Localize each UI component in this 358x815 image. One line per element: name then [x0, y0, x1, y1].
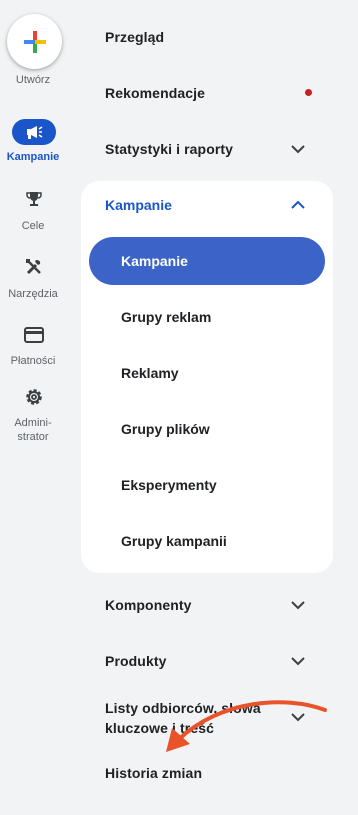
nav-stats[interactable]: Statystyki i raporty	[105, 141, 233, 157]
rail-item-campaigns[interactable]	[12, 119, 56, 145]
rail-label-tools[interactable]: Narzędzia	[0, 287, 66, 301]
credit-card-icon	[24, 327, 44, 343]
gear-icon	[26, 389, 42, 405]
rail-item-tools[interactable]	[12, 254, 56, 280]
rail-item-billing[interactable]	[12, 322, 56, 348]
chevron-down-icon[interactable]	[290, 656, 306, 666]
nav-products[interactable]: Produkty	[105, 653, 166, 669]
sub-item-campaigns[interactable]: Kampanie	[121, 253, 188, 269]
sub-item-experiments[interactable]: Eksperymenty	[121, 477, 217, 493]
annotation-arrow	[166, 700, 327, 752]
rail-label-admin-2[interactable]: strator	[0, 430, 66, 444]
rail-label-admin-1[interactable]: Admini-	[0, 416, 66, 430]
chevron-up-icon[interactable]	[290, 200, 306, 210]
sub-item-ads[interactable]: Reklamy	[121, 365, 179, 381]
nav-overview[interactable]: Przegląd	[105, 29, 164, 45]
sub-item-asset-groups[interactable]: Grupy plików	[121, 421, 210, 437]
chevron-down-icon[interactable]	[290, 144, 306, 154]
notification-dot	[305, 89, 312, 96]
rail-label-campaigns[interactable]: Kampanie	[0, 150, 66, 164]
campaign-icon	[27, 126, 43, 139]
sub-item-campaign-groups[interactable]: Grupy kampanii	[121, 533, 227, 549]
create-button[interactable]	[7, 14, 62, 69]
plus-icon	[23, 30, 46, 53]
rail-item-admin[interactable]	[12, 384, 56, 410]
rail-label-goals[interactable]: Cele	[0, 219, 66, 233]
rail-label-billing[interactable]: Płatności	[0, 354, 66, 368]
trophy-icon	[26, 192, 42, 206]
tools-icon	[26, 259, 41, 275]
campaigns-section-title[interactable]: Kampanie	[105, 197, 172, 213]
left-rail: Utwórz Kampanie Cele Narzędzia Płatności…	[0, 0, 70, 815]
nav-components[interactable]: Komponenty	[105, 597, 192, 613]
rail-item-goals[interactable]	[12, 186, 56, 212]
nav-recommendations[interactable]: Rekomendacje	[105, 85, 205, 101]
chevron-down-icon[interactable]	[290, 600, 306, 610]
sub-item-ad-groups[interactable]: Grupy reklam	[121, 309, 211, 325]
create-label: Utwórz	[15, 74, 51, 86]
